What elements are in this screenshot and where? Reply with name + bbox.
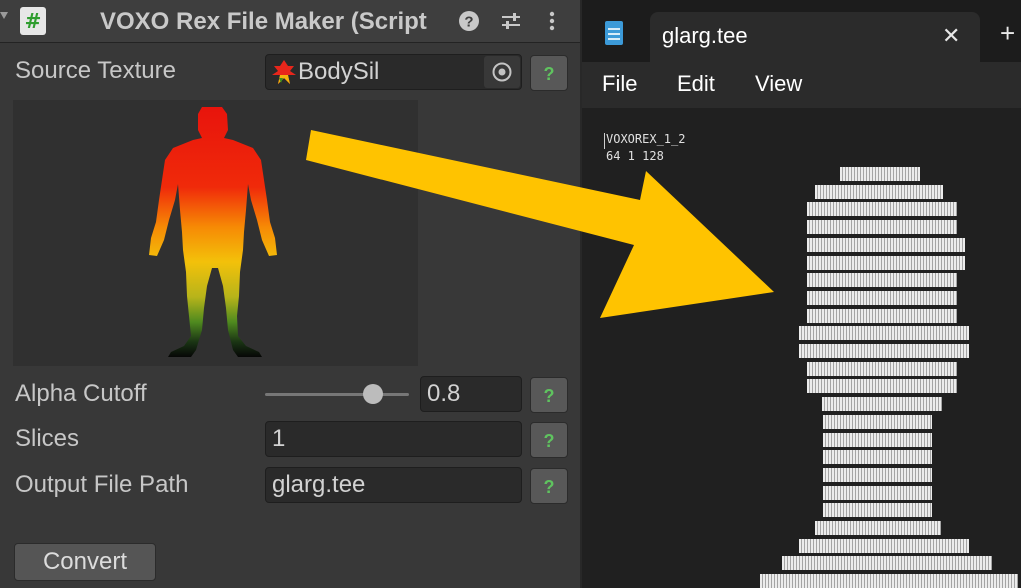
menu-edit[interactable]: Edit (677, 68, 715, 100)
texture-preview (13, 100, 418, 366)
voxel-text-row (840, 167, 920, 181)
object-picker-button[interactable] (484, 56, 520, 88)
text-caret (604, 133, 605, 149)
tab-glarg-tee[interactable]: glarg.tee ✕ (650, 12, 980, 62)
notepad-window: glarg.tee ✕ + File Edit View VOXOREX_1_2… (582, 0, 1021, 588)
voxel-text-row (823, 503, 932, 518)
voxel-text-row (807, 220, 957, 235)
body-silhouette-preview (149, 107, 277, 357)
alpha-cutoff-label: Alpha Cutoff (15, 380, 147, 407)
sliders-icon[interactable] (499, 9, 523, 33)
foldout-arrow-icon[interactable] (0, 12, 8, 19)
voxel-text-row (823, 485, 932, 500)
menu-view[interactable]: View (755, 68, 802, 100)
voxel-text-row (799, 538, 969, 553)
component-header[interactable]: # VOXO Rex File Maker (Script ? (0, 0, 580, 43)
voxel-text-row (807, 290, 957, 305)
alpha-cutoff-slider-handle[interactable] (363, 384, 383, 404)
tab-bar: glarg.tee ✕ + (582, 0, 1021, 62)
voxel-text-row (807, 202, 957, 217)
texture-thumbnail-icon (272, 60, 296, 84)
slices-label: Slices (15, 425, 80, 452)
voxel-text-row (822, 397, 942, 412)
voxel-text-row (807, 255, 965, 270)
kebab-menu-icon[interactable] (540, 9, 564, 33)
texture-name: BodySil (298, 58, 380, 85)
voxel-text-row (760, 574, 1018, 588)
voxel-text-row (807, 237, 965, 252)
voxel-text-row (823, 450, 932, 465)
tab-title: glarg.tee (662, 23, 748, 48)
output-path-input[interactable]: glarg.tee (265, 467, 522, 503)
output-path-help-button[interactable]: ? (530, 468, 568, 504)
script-icon: # (20, 7, 46, 35)
voxel-text-row (823, 414, 932, 429)
inspector-panel: # VOXO Rex File Maker (Script ? Source T… (0, 0, 580, 588)
source-texture-label: Source Texture (15, 57, 176, 84)
voxel-text-row (815, 521, 941, 535)
source-texture-help-button[interactable]: ? (530, 55, 568, 91)
menu-file[interactable]: File (602, 68, 637, 100)
slices-help-button[interactable]: ? (530, 422, 568, 458)
voxel-text-row (823, 467, 932, 482)
text-editor-area[interactable]: VOXOREX_1_2 64 1 128 (582, 108, 1021, 588)
text-line-dimensions: 64 1 128 (606, 149, 664, 163)
help-icon[interactable]: ? (457, 9, 481, 33)
voxel-text-row (823, 432, 932, 447)
notepad-app-icon (605, 21, 623, 45)
voxel-text-row (807, 308, 957, 323)
text-line-header: VOXOREX_1_2 (606, 132, 686, 146)
convert-button[interactable]: Convert (14, 543, 156, 581)
target-icon (492, 62, 512, 82)
voxel-text-row (807, 379, 957, 394)
voxel-text-row (782, 556, 992, 571)
voxel-text-row (815, 184, 943, 199)
voxel-text-row (807, 273, 957, 288)
component-title: VOXO Rex File Maker (Script (100, 8, 427, 35)
voxel-text-row (807, 361, 957, 376)
alpha-cutoff-input[interactable]: 0.8 (420, 376, 522, 412)
voxel-text-row (799, 326, 969, 341)
new-tab-icon[interactable]: + (1000, 18, 1015, 48)
close-tab-icon[interactable]: ✕ (942, 22, 960, 50)
alpha-cutoff-slider-track[interactable] (265, 393, 409, 396)
output-path-label: Output File Path (15, 471, 189, 498)
voxel-text-row (799, 344, 969, 358)
alpha-cutoff-help-button[interactable]: ? (530, 377, 568, 413)
svg-text:?: ? (464, 14, 473, 31)
menu-bar: File Edit View (582, 62, 1021, 108)
slices-input[interactable]: 1 (265, 421, 522, 457)
